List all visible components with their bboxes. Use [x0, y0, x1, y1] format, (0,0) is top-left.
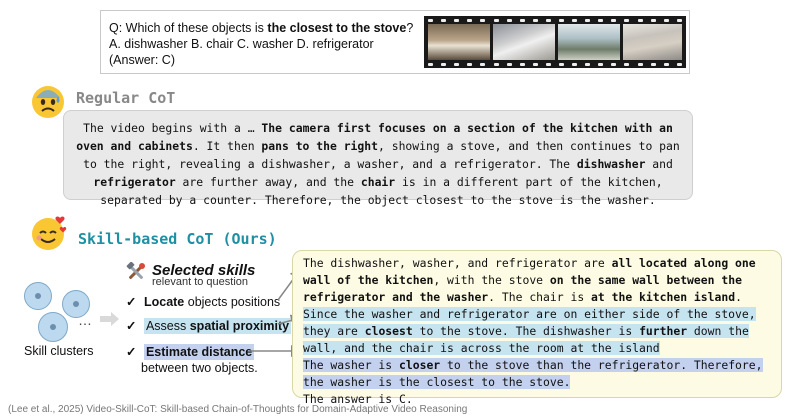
answer-text-segment: The dishwasher, washer, and refrigerator…: [303, 256, 612, 270]
skill-cot-answer-text: The dishwasher, washer, and refrigerator…: [303, 255, 779, 408]
answer-text-segment: at the kitchen island: [591, 290, 736, 304]
answer-text-segment: The washer is: [303, 358, 400, 372]
answer-text-segment: , with the stove: [433, 273, 550, 287]
answer-text-segment: .: [735, 290, 742, 304]
citation-footer: (Lee et al., 2025) Video-Skill-CoT: Skil…: [8, 404, 468, 415]
answer-text-segment: closer: [399, 358, 441, 372]
answer-text-segment: closest: [364, 324, 413, 338]
answer-text-segment: further: [639, 324, 688, 338]
answer-text-segment: to the stove. The dishwasher is: [412, 324, 640, 338]
answer-text-segment: . The chair is: [488, 290, 592, 304]
skill-cot-answer-box: The dishwasher, washer, and refrigerator…: [292, 250, 782, 406]
